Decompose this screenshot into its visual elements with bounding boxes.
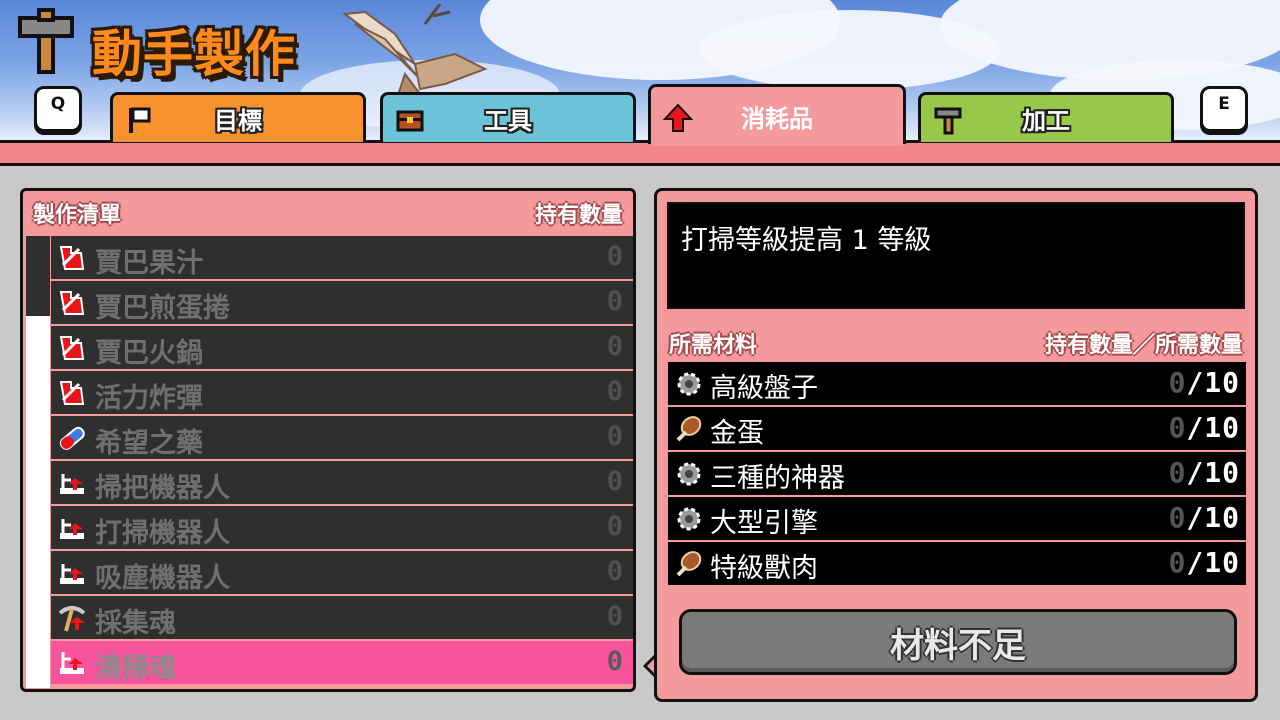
list-item[interactable]: 掃把機器人 0 — [51, 461, 633, 504]
owned-count-title: 持有數量 — [534, 203, 623, 228]
material-row: 高級盤子 0/10 — [668, 362, 1246, 405]
broom-soul-icon — [60, 652, 84, 674]
meat-icon — [676, 416, 702, 442]
hammer-title-icon — [18, 8, 74, 74]
material-count: 0/10 — [1169, 546, 1240, 579]
item-count: 0 — [606, 646, 623, 677]
tab-consumables[interactable]: 消耗品 — [648, 84, 906, 144]
tab-goals-label: 目標 — [214, 107, 262, 135]
material-name: 高級盤子 — [710, 373, 818, 404]
consumable-red-icon — [59, 336, 85, 360]
material-have: 0 — [1168, 411, 1187, 444]
materials-list: 高級盤子 0/10 金蛋 0/10 三種的神器 0/10 大型引擎 0/10 特… — [668, 362, 1246, 587]
item-name: 賈巴果汁 — [95, 248, 203, 279]
item-name: 賈巴火鍋 — [95, 338, 203, 369]
tab-processing-label: 加工 — [1022, 107, 1070, 135]
material-need: /10 — [1186, 366, 1240, 399]
item-count: 0 — [606, 466, 623, 497]
item-name: 掃把機器人 — [95, 473, 230, 504]
consumable-red-icon — [59, 291, 85, 315]
list-item-selected[interactable]: 清掃魂 0 — [51, 641, 633, 684]
material-row: 大型引擎 0/10 — [668, 497, 1246, 540]
material-need: /10 — [1186, 456, 1240, 489]
material-need: /10 — [1186, 411, 1240, 444]
material-row: 特級獸肉 0/10 — [668, 542, 1246, 585]
gear-part-icon — [677, 507, 701, 531]
item-name: 賈巴煎蛋捲 — [95, 293, 230, 324]
tab-processing[interactable]: 加工 — [918, 92, 1174, 142]
item-count: 0 — [606, 376, 623, 407]
material-row: 三種的神器 0/10 — [668, 452, 1246, 495]
material-have: 0 — [1168, 501, 1187, 534]
broom-robot-icon — [60, 564, 84, 584]
item-name: 採集魂 — [95, 608, 176, 639]
craft-button[interactable]: 材料不足 — [679, 609, 1237, 675]
materials-count-title: 持有數量／所需數量 — [1044, 333, 1243, 358]
material-need: /10 — [1186, 546, 1240, 579]
material-count: 0/10 — [1169, 366, 1240, 399]
material-have: 0 — [1168, 546, 1187, 579]
tab-tools[interactable]: 工具 — [380, 92, 636, 142]
material-name: 特級獸肉 — [710, 553, 818, 584]
list-item[interactable]: 希望之藥 0 — [51, 416, 633, 459]
craft-list-scrollbar[interactable] — [26, 236, 50, 688]
materials-title: 所需材料 — [669, 333, 758, 358]
item-description: 打掃等級提高 1 等級 — [681, 225, 932, 256]
gear-part-icon — [677, 372, 701, 396]
item-name: 清掃魂 — [95, 653, 176, 684]
list-item[interactable]: 打掃機器人 0 — [51, 506, 633, 549]
list-item[interactable]: 賈巴火鍋 0 — [51, 326, 633, 369]
consumable-red-icon — [59, 381, 85, 405]
broom-robot-icon — [60, 519, 84, 539]
materials-header: 所需材料 持有數量／所需數量 — [669, 327, 1243, 359]
page-title: 動手製作 — [92, 25, 296, 83]
item-count: 0 — [606, 331, 623, 362]
list-item[interactable]: 採集魂 0 — [51, 596, 633, 639]
item-count: 0 — [606, 556, 623, 587]
material-have: 0 — [1168, 456, 1187, 489]
item-name: 希望之藥 — [95, 428, 203, 459]
capsule-icon — [59, 426, 85, 450]
tab-consumables-label: 消耗品 — [741, 105, 813, 133]
description-box: 打掃等級提高 1 等級 — [667, 202, 1245, 309]
craft-list-header: 製作清單 持有數量 — [23, 191, 633, 235]
material-need: /10 — [1186, 501, 1240, 534]
tab-goals[interactable]: 目標 — [110, 92, 366, 142]
item-count: 0 — [606, 601, 623, 632]
craft-list-panel: 製作清單 持有數量 賈巴果汁 0 賈巴煎蛋捲 0 賈巴火鍋 0 活力炸彈 0 希… — [20, 188, 636, 692]
craft-list-title: 製作清單 — [33, 203, 122, 228]
next-tab-key[interactable]: E — [1200, 86, 1248, 132]
item-count: 0 — [606, 241, 623, 272]
material-name: 大型引擎 — [710, 508, 818, 539]
tab-tools-label: 工具 — [484, 107, 532, 135]
item-count: 0 — [606, 421, 623, 452]
material-count: 0/10 — [1169, 411, 1240, 444]
list-item[interactable]: 賈巴果汁 0 — [51, 236, 633, 279]
item-count: 0 — [606, 286, 623, 317]
gear-part-icon — [677, 462, 701, 486]
prev-tab-key[interactable]: Q — [34, 86, 82, 132]
tab-strip — [0, 140, 1280, 166]
craft-list: 賈巴果汁 0 賈巴煎蛋捲 0 賈巴火鍋 0 活力炸彈 0 希望之藥 0 掃把機器… — [51, 236, 633, 686]
broom-robot-icon — [60, 474, 84, 494]
pickaxe-soul-icon — [58, 606, 86, 632]
item-name: 打掃機器人 — [95, 518, 230, 549]
scrollbar-thumb[interactable] — [26, 236, 50, 316]
active-tab-join — [651, 140, 903, 146]
list-item[interactable]: 賈巴煎蛋捲 0 — [51, 281, 633, 324]
material-count: 0/10 — [1169, 501, 1240, 534]
list-item[interactable]: 吸塵機器人 0 — [51, 551, 633, 594]
meat-icon — [676, 551, 702, 577]
list-item[interactable]: 活力炸彈 0 — [51, 371, 633, 414]
material-count: 0/10 — [1169, 456, 1240, 489]
material-row: 金蛋 0/10 — [668, 407, 1246, 450]
item-count: 0 — [606, 511, 623, 542]
material-name: 金蛋 — [710, 418, 764, 449]
item-name: 活力炸彈 — [95, 383, 203, 414]
material-have: 0 — [1168, 366, 1187, 399]
item-name: 吸塵機器人 — [95, 563, 230, 594]
material-name: 三種的神器 — [710, 463, 845, 494]
consumable-red-icon — [59, 246, 85, 270]
item-detail-panel: 打掃等級提高 1 等級 所需材料 持有數量／所需數量 高級盤子 0/10 金蛋 … — [654, 188, 1258, 702]
